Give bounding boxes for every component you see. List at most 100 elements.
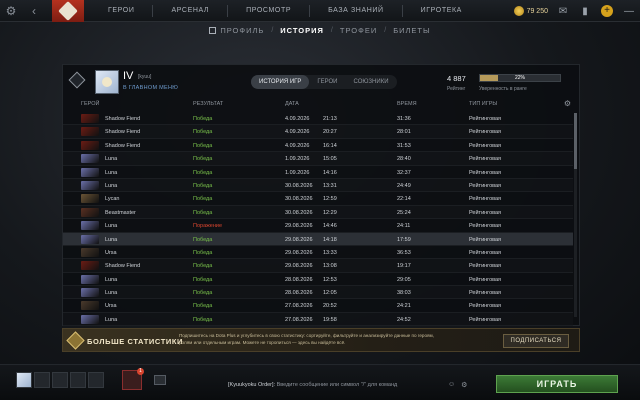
nav-learn[interactable]: БАЗА ЗНАНИЙ bbox=[310, 7, 402, 14]
col-type[interactable]: ТИП ИГРЫ bbox=[469, 101, 497, 107]
back-icon[interactable]: ‹ bbox=[22, 4, 46, 18]
match-time: 12:05 bbox=[323, 290, 337, 297]
dota-logo[interactable] bbox=[52, 0, 84, 22]
tab-allies[interactable]: СОЮЗНИКИ bbox=[346, 75, 397, 89]
match-time: 19:58 bbox=[323, 316, 337, 323]
match-duration: 29:05 bbox=[397, 276, 411, 283]
nav-watch[interactable]: ПРОСМОТР bbox=[228, 7, 309, 14]
play-button[interactable]: ИГРАТЬ bbox=[496, 375, 618, 393]
dota-plus-badge-icon bbox=[66, 331, 85, 350]
match-time: 14:18 bbox=[323, 236, 337, 243]
col-result[interactable]: РЕЗУЛЬТАТ bbox=[193, 101, 223, 107]
notifications-icon[interactable]: ▮ bbox=[574, 6, 596, 17]
match-date: 29.08.2026 bbox=[285, 249, 313, 256]
table-row[interactable]: Luna Победа 1.09.2026 15:05 28:40 Рейтинговая bbox=[63, 152, 573, 166]
col-duration[interactable]: ВРЕМЯ bbox=[397, 101, 417, 107]
table-row[interactable]: Lycan Победа 30.08.2026 12:59 22:14 Рейтингов… bbox=[63, 192, 573, 206]
match-result: Поражение bbox=[193, 223, 223, 230]
emoji-icon[interactable]: ☺ bbox=[448, 381, 455, 389]
hero-name: Luna bbox=[105, 156, 118, 163]
subscribe-button[interactable]: ПОДПИСАТЬСЯ bbox=[503, 334, 569, 348]
chat-settings-icon[interactable]: ⚙ bbox=[461, 381, 467, 389]
chat-icon[interactable] bbox=[154, 375, 166, 385]
hero-portrait bbox=[81, 127, 99, 137]
tab-tickets[interactable]: БИЛЕТЫ bbox=[386, 26, 437, 35]
mail-icon[interactable]: ✉ bbox=[552, 6, 574, 17]
bundle-badge: 1 bbox=[137, 368, 144, 375]
col-date[interactable]: ДАТА bbox=[285, 101, 299, 107]
chat-channel: [Kyuukyoku Order]: bbox=[228, 382, 276, 388]
match-date: 1.09.2026 bbox=[285, 169, 310, 176]
match-history-panel: IV [kyuu] В ГЛАВНОМ МЕНЮ ИСТОРИЯ ИГР ГЕР… bbox=[62, 64, 580, 327]
match-date: 27.08.2026 bbox=[285, 316, 313, 323]
hero-name: Shadow Fiend bbox=[105, 116, 141, 122]
tab-trophies-label: ТРОФЕИ bbox=[339, 26, 378, 35]
match-time: 15:05 bbox=[323, 156, 337, 163]
hero-portrait bbox=[81, 314, 99, 324]
table-row[interactable]: Luna Победа 29.08.2026 14:18 17:59 Рейтингова… bbox=[63, 232, 573, 246]
party-slot[interactable] bbox=[34, 372, 50, 388]
table-row[interactable]: Luna Победа 30.08.2026 13:31 24:49 Рейтингова… bbox=[63, 179, 573, 193]
match-duration: 31:36 bbox=[397, 116, 411, 122]
party-slot[interactable] bbox=[88, 372, 104, 388]
table-row[interactable]: Luna Победа 1.09.2026 14:16 32:37 Рейтинговая bbox=[63, 166, 573, 179]
table-row[interactable]: Beastmaster Победа 30.08.2026 12:29 25:24 Рей… bbox=[63, 206, 573, 220]
hero-portrait bbox=[81, 180, 99, 190]
tab-profile[interactable]: ПРОФИЛЬ bbox=[202, 26, 271, 35]
table-row[interactable]: Ursa Победа 27.08.2026 20:52 24:21 Рейтингова… bbox=[63, 299, 573, 313]
match-result: Победа bbox=[193, 209, 213, 216]
party-slot-self[interactable] bbox=[16, 372, 32, 388]
main-nav: ГЕРОИ АРСЕНАЛ ПРОСМОТР БАЗА ЗНАНИЙ ИГРОТ… bbox=[90, 0, 480, 22]
match-time: 20:27 bbox=[323, 129, 337, 136]
match-duration: 24:52 bbox=[397, 316, 411, 323]
hero-name: Luna bbox=[105, 276, 118, 283]
nav-arcade[interactable]: ИГРОТЕКА bbox=[403, 7, 480, 14]
party-slot[interactable] bbox=[52, 372, 68, 388]
scrollbar-thumb[interactable] bbox=[574, 113, 577, 169]
match-type: Рейтинговая bbox=[469, 182, 502, 189]
chat-input[interactable]: [Kyuukyoku Order]: Введите сообщение или… bbox=[228, 382, 397, 388]
match-date: 4.09.2026 bbox=[285, 116, 310, 122]
col-hero[interactable]: ГЕРОЙ bbox=[81, 101, 99, 107]
table-row[interactable]: Luna Победа 28.08.2026 12:05 38:03 Рейтингова… bbox=[63, 286, 573, 300]
nav-armory[interactable]: АРСЕНАЛ bbox=[153, 7, 227, 14]
table-row[interactable]: Shadow Fiend Победа 4.09.2026 16:14 31:53 Рей… bbox=[63, 139, 573, 153]
bundle-icon[interactable]: 1 bbox=[122, 368, 144, 390]
tab-history[interactable]: ИСТОРИЯ bbox=[273, 26, 331, 35]
match-date: 4.09.2026 bbox=[285, 129, 310, 136]
hero-portrait bbox=[81, 234, 99, 244]
table-settings-gear-icon[interactable]: ⚙ bbox=[564, 99, 571, 108]
match-type: Рейтинговая bbox=[469, 156, 502, 163]
match-type: Рейтинговая bbox=[469, 129, 502, 136]
table-row[interactable]: Shadow Fiend Победа 4.09.2026 20:27 28:01 Рей… bbox=[63, 125, 573, 139]
avatar[interactable] bbox=[95, 70, 119, 94]
table-row[interactable]: Shadow Fiend Победа 29.08.2026 13:08 19:17 Ре… bbox=[63, 259, 573, 273]
match-date: 27.08.2026 bbox=[285, 303, 313, 310]
tab-trophies[interactable]: ТРОФЕИ bbox=[333, 26, 384, 35]
settings-gear-icon[interactable]: ⚙ bbox=[0, 4, 22, 18]
table-row[interactable]: Luna Поражение 29.08.2026 14:46 24:11 Рейтинг… bbox=[63, 219, 573, 233]
match-time: 13:33 bbox=[323, 249, 337, 256]
match-duration: 22:14 bbox=[397, 196, 411, 203]
confidence-label: Уверенность в ранге bbox=[479, 86, 527, 92]
hero-portrait bbox=[81, 274, 99, 284]
table-row[interactable]: Luna Победа 27.08.2026 19:58 24:52 Рейтингова… bbox=[63, 313, 573, 327]
table-row[interactable]: Ursa Победа 29.08.2026 13:33 36:53 Рейтингова… bbox=[63, 246, 573, 260]
hero-name: Shadow Fiend bbox=[105, 263, 141, 270]
match-type: Рейтинговая bbox=[469, 169, 502, 176]
hero-name: Ursa bbox=[105, 249, 117, 256]
nav-heroes[interactable]: ГЕРОИ bbox=[90, 7, 152, 14]
minimize-icon[interactable]: — bbox=[618, 6, 640, 17]
match-duration: 38:03 bbox=[397, 290, 411, 297]
table-row[interactable]: Shadow Fiend Победа 4.09.2026 21:13 31:36 Рей… bbox=[63, 112, 573, 126]
dota-plus-icon[interactable]: + bbox=[601, 5, 613, 17]
table-row[interactable]: Luna Победа 28.08.2026 12:53 29:05 Рейтингова… bbox=[63, 273, 573, 287]
scrollbar[interactable] bbox=[574, 113, 577, 317]
tab-history-label: ИСТОРИЯ bbox=[280, 26, 324, 35]
tab-heroes[interactable]: ГЕРОИ bbox=[309, 75, 345, 89]
tab-match-history[interactable]: ИСТОРИЯ ИГР bbox=[251, 75, 310, 89]
match-date: 30.08.2026 bbox=[285, 209, 313, 216]
party-slot[interactable] bbox=[70, 372, 86, 388]
hero-portrait bbox=[81, 167, 99, 177]
match-type: Рейтинговая bbox=[469, 303, 502, 310]
